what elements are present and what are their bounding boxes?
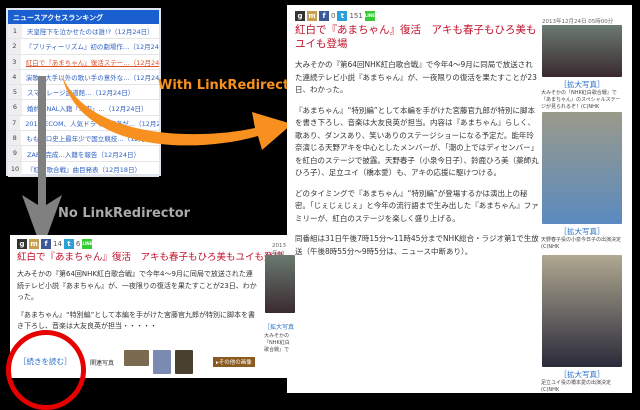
twitter-count: 6 <box>75 240 81 248</box>
enlarge-link[interactable]: ［拡大写真］ <box>264 322 294 331</box>
facebook-icon[interactable]: f <box>319 11 329 21</box>
line-icon[interactable]: LINE <box>364 11 375 21</box>
mixi-icon[interactable]: m <box>29 239 39 249</box>
photo-1[interactable] <box>265 255 295 313</box>
without-label: No LinkRedirector <box>58 206 191 221</box>
photo-1[interactable] <box>542 25 622 77</box>
photo-caption: 足立ユイ役の橋本愛の出演決定(C)NHK <box>541 380 612 393</box>
photo-caption: 天野春子役の小泉今日子の出演決定(C)NHK <box>541 237 622 250</box>
paragraph: 『あまちゃん』“特別編”として本編を手がけた宮藤官九郎が特別に脚本を書き下ろし、… <box>295 105 539 178</box>
twitter-count: 151 <box>349 12 363 20</box>
twitter-icon[interactable]: t <box>337 11 348 21</box>
enlarge-link[interactable]: ［拡大写真］ <box>541 226 623 237</box>
google-plus-icon[interactable]: g <box>17 239 27 249</box>
photo-caption: 大みそかの『NHK紅白歌合戦』で『あまちゃん』のスペシャルステージが見られるぞ！… <box>264 333 290 353</box>
paragraph: 『あまちゃん』“特別編”として本編を手がけた宮藤官九郎が特別に脚本を書き下ろし、… <box>17 310 256 331</box>
paragraph: 大みそかの『第64回NHK紅白歌合戦』で今年4～9月に同局で放送された連続テレビ… <box>17 270 257 301</box>
mixi-icon[interactable]: m <box>307 11 317 21</box>
photo-3[interactable] <box>542 255 622 367</box>
article-full: g m f 0 t 151 LINE 紅白で『あまちゃん』復活 アキも春子もひろ… <box>287 5 632 393</box>
paragraph: 同番組は31日午後7時15分～11時45分までNHK総合・ラジオ第1で生放送（午… <box>295 234 539 256</box>
article-title: 紅白で『あまちゃん』復活 アキも春子もひろ美もユイも登場 <box>17 252 284 263</box>
with-label: With LinkRedirector <box>158 78 305 93</box>
social-bar: g m f 0 t 151 LINE <box>295 11 540 21</box>
facebook-count: 14 <box>53 240 62 248</box>
article-title: 紅白で『あまちゃん』復活 アキも春子もひろ美もユイも登場 <box>295 24 537 50</box>
gray-arrow <box>22 76 62 250</box>
related-thumb[interactable] <box>175 350 193 374</box>
related-photos-label: 関連写真 <box>90 360 115 367</box>
line-icon[interactable]: LINE <box>82 239 93 249</box>
related-thumb[interactable] <box>124 350 149 366</box>
related-thumb[interactable] <box>153 350 171 374</box>
google-plus-icon[interactable]: g <box>295 11 305 21</box>
twitter-icon[interactable]: t <box>63 239 74 249</box>
enlarge-link[interactable]: ［拡大写真］ <box>541 369 623 380</box>
facebook-icon[interactable]: f <box>41 239 51 249</box>
highlight-circle <box>6 330 86 410</box>
facebook-count: 0 <box>331 12 336 20</box>
article-date: 2013年12月24日 05時00分 <box>542 19 614 25</box>
enlarge-link[interactable]: ［拡大写真］ <box>541 79 623 90</box>
paragraph: 大みそかの『第64回NHK紅白歌合戦』で今年4～9月に同局で放送された連続テレビ… <box>295 60 537 94</box>
photo-caption: 大みそかの『NHK紅白歌合戦』で『あまちゃん』のスペシャルステージが見られるぞ！… <box>541 90 621 110</box>
paragraph: どのタイミングで『あまちゃん』“特別編”が登場するかは演出上の秘密。「じぇじぇじ… <box>295 188 539 223</box>
other-images-button[interactable]: ▸その他の画像 <box>213 357 255 367</box>
social-bar: g m f 14 t 6 LINE <box>17 239 267 249</box>
photo-2[interactable] <box>542 112 622 224</box>
